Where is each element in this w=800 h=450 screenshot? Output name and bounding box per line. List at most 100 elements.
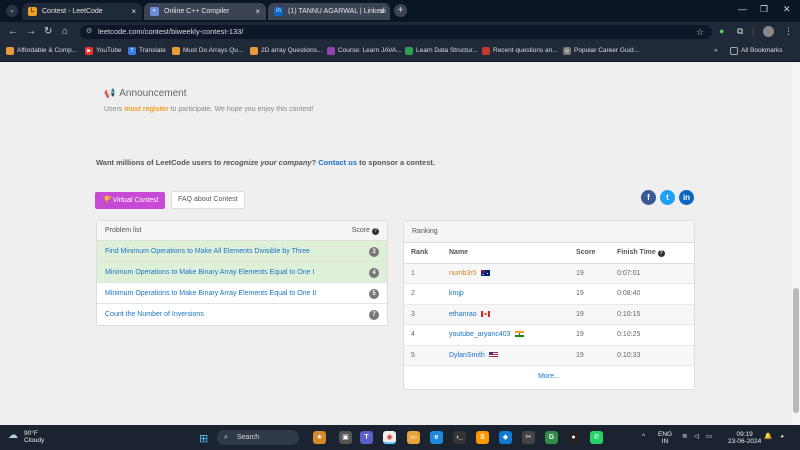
must-register-link[interactable]: must register [124, 106, 168, 113]
score-cell: 19 [569, 345, 610, 366]
site-info-icon[interactable]: ⚙ [86, 25, 92, 39]
clock[interactable]: 09:19 23-06-2024 [728, 431, 761, 445]
problem-row[interactable]: Find Minimum Operations to Make All Elem… [97, 241, 387, 262]
username-link[interactable]: ethanrao [449, 311, 477, 318]
browser-toolbar: ← → ↻ ⌂ ⚙ leetcode.com/contest/biweekly-… [0, 22, 800, 42]
username-link[interactable]: DylanSmith [449, 352, 485, 359]
widget-app-icon[interactable]: ★ [313, 431, 326, 444]
file-explorer-icon[interactable]: ▭ [407, 431, 420, 444]
bookmark-item[interactable]: ◎ Popular Career Guid... [563, 47, 639, 55]
folder-icon [730, 47, 738, 55]
problem-title-link[interactable]: Minimum Operations to Make Binary Array … [105, 269, 314, 276]
virtual-contest-button[interactable]: 🏆 Virtual Contest [95, 192, 166, 209]
translate-icon: T [128, 47, 136, 55]
address-bar[interactable]: ⚙ leetcode.com/contest/biweekly-contest-… [80, 25, 712, 39]
extensions-puzzle-icon[interactable]: ⧉ [737, 26, 743, 37]
bookmark-label: Must Do Arrays Qu... [183, 47, 244, 54]
tab-linkedin[interactable]: in (1) TANNU AGARWAL | Linkedi × [268, 3, 390, 20]
problem-title-link[interactable]: Find Minimum Operations to Make All Elem… [105, 248, 310, 255]
twitter-share-icon[interactable]: t [660, 190, 675, 205]
question-circle-icon[interactable]: ? [372, 228, 379, 235]
tab-search-chevron-icon[interactable]: ⌄ [6, 5, 18, 17]
all-bookmarks[interactable]: All Bookmarks [730, 47, 783, 55]
contact-us-link[interactable]: Contact us [318, 158, 357, 167]
terminal-icon[interactable]: ›_ [453, 431, 466, 444]
edge-icon[interactable]: e [430, 431, 443, 444]
chrome-icon[interactable]: ◉ [383, 431, 396, 444]
chevron-up-icon[interactable]: ^ [642, 433, 645, 440]
close-tab-icon[interactable]: × [379, 3, 384, 20]
taskbar-search[interactable]: ⌕ Search [217, 430, 299, 445]
sublime-icon[interactable]: S [476, 431, 489, 444]
username-link[interactable]: kmjp [449, 290, 464, 297]
bookmark-label: All Bookmarks [741, 47, 783, 54]
home-icon[interactable]: ⌂ [62, 26, 68, 37]
bookmark-item[interactable]: T Translate [128, 47, 166, 55]
separator-icon: | [752, 26, 755, 36]
profile-avatar[interactable] [763, 26, 774, 37]
tab-contest-leetcode[interactable]: L Contest - LeetCode × [22, 3, 142, 20]
bookmark-item[interactable]: Recent questions an... [482, 47, 558, 55]
windows-start-icon[interactable]: ⊞ [199, 432, 208, 445]
problem-row[interactable]: Minimum Operations to Make Binary Array … [97, 283, 387, 304]
bookmark-item[interactable]: Must Do Arrays Qu... [172, 47, 244, 55]
score-badge: 7 [369, 310, 379, 320]
question-circle-icon[interactable]: ? [657, 249, 665, 257]
sponsor-text: to sponsor a contest. [357, 158, 435, 167]
bookmarks-overflow-icon[interactable]: » [714, 47, 718, 54]
extension-icon[interactable]: ● [719, 26, 724, 36]
forward-icon[interactable]: → [26, 26, 36, 37]
weather-condition: Cloudy [24, 437, 45, 444]
back-icon[interactable]: ← [8, 26, 18, 37]
bookmark-favicon-icon [327, 47, 335, 55]
bookmark-item[interactable]: 2D array Questions... [250, 47, 322, 55]
problem-row[interactable]: Minimum Operations to Make Binary Array … [97, 262, 387, 283]
username-link[interactable]: numb3r5 [449, 270, 477, 277]
reload-icon[interactable]: ↻ [44, 26, 52, 37]
teams-icon[interactable]: T [360, 431, 373, 444]
whatsapp-icon[interactable]: ✆ [590, 431, 603, 444]
tab-online-compiler[interactable]: ◐ Online C++ Compiler × [144, 3, 266, 20]
announcement-text-part: Users [104, 106, 125, 113]
bookmark-favicon-icon [172, 47, 180, 55]
snipping-tool-icon[interactable]: ✂ [522, 431, 535, 444]
close-window-icon[interactable]: ✕ [783, 4, 791, 15]
wifi-icon[interactable]: ≋ [682, 433, 687, 440]
language-indicator[interactable]: ENG IN [658, 431, 672, 445]
close-tab-icon[interactable]: × [255, 3, 260, 20]
username-link[interactable]: youtube_aryanc403 [449, 331, 511, 338]
finish-time-cell: 0:10:33 [610, 345, 694, 366]
bookmark-item[interactable]: Learn Data Structur... [405, 47, 478, 55]
copilot-icon[interactable]: ◕ [780, 433, 784, 440]
task-view-icon[interactable]: ▣ [339, 431, 352, 444]
minimize-icon[interactable]: — [738, 4, 747, 14]
problem-row[interactable]: Count the Number of Inversions 7 [97, 304, 387, 325]
menu-kebab-icon[interactable]: ⋮ [784, 26, 793, 37]
geeksforgeeks-icon[interactable]: G [545, 431, 558, 444]
battery-icon[interactable]: ▭ [706, 433, 712, 440]
page-scrollbar[interactable] [792, 63, 800, 425]
ranking-title: Ranking [412, 228, 438, 235]
scrollbar-thumb[interactable] [793, 288, 799, 413]
bookmark-item[interactable]: ▶ YouTube [85, 47, 122, 55]
github-icon[interactable]: ● [567, 431, 580, 444]
bookmark-item[interactable]: Course: Learn JAVA... [327, 47, 402, 55]
announcement-text: Users must register to participate. We h… [104, 106, 314, 113]
volume-icon[interactable]: ◁ [694, 433, 699, 440]
vscode-icon[interactable]: ◆ [499, 431, 512, 444]
notification-bell-icon[interactable]: 🔔 [764, 433, 772, 440]
problem-title-link[interactable]: Minimum Operations to Make Binary Array … [105, 290, 316, 297]
bookmark-item[interactable]: Affordable & Comp... [6, 47, 77, 55]
weather-widget[interactable]: ☁ 90°F Cloudy [8, 430, 44, 444]
facebook-share-icon[interactable]: f [641, 190, 656, 205]
maximize-icon[interactable]: ❐ [760, 4, 768, 15]
leetcode-favicon-icon: L [28, 7, 37, 16]
faq-contest-button[interactable]: FAQ about Contest [171, 191, 245, 209]
announcement-title-text: Announcement [119, 88, 187, 99]
new-tab-button[interactable]: + [394, 4, 407, 17]
bookmark-star-icon[interactable]: ☆ [696, 25, 704, 39]
close-tab-icon[interactable]: × [131, 3, 136, 20]
linkedin-share-icon[interactable]: in [679, 190, 694, 205]
problem-title-link[interactable]: Count the Number of Inversions [105, 311, 204, 318]
more-rankings-link[interactable]: More... [404, 366, 694, 388]
